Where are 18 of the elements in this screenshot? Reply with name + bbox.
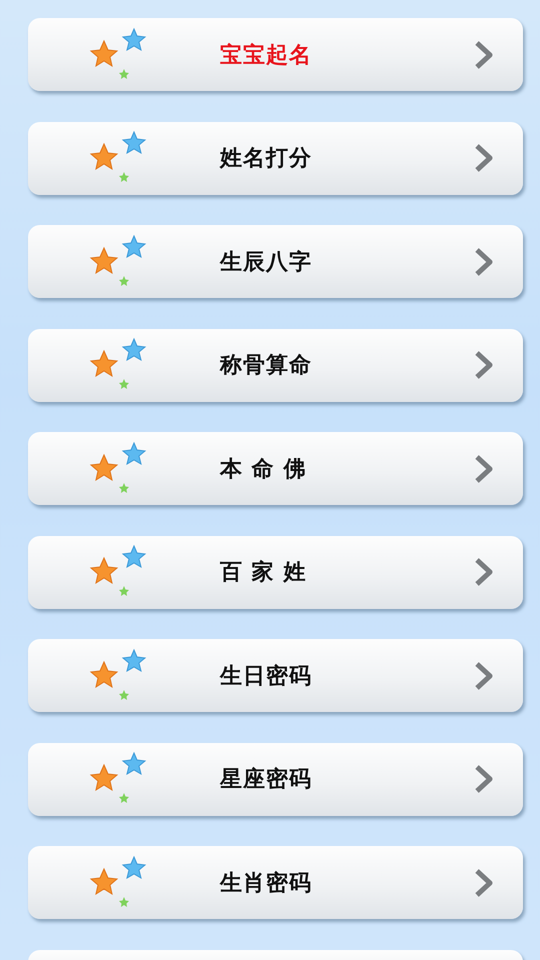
- chevron-icon: [473, 660, 495, 690]
- menu-item[interactable]: 本 命 佛: [28, 432, 523, 505]
- menu-item[interactable]: 姓名打分: [28, 122, 523, 194]
- menu-item[interactable]: 宝宝起名: [28, 18, 523, 91]
- chevron-icon: [473, 764, 495, 794]
- menu-item[interactable]: 生日密码: [28, 639, 523, 712]
- chevron-icon: [473, 40, 495, 70]
- menu-item[interactable]: 生肖密码: [28, 846, 523, 919]
- chevron-icon: [473, 454, 495, 484]
- menu-item[interactable]: 生辰八字: [28, 225, 523, 298]
- chevron-icon: [473, 246, 495, 276]
- menu-item[interactable]: 百 家 姓: [28, 536, 523, 608]
- menu-item[interactable]: 星座密码: [28, 742, 523, 816]
- chevron-icon: [473, 557, 495, 587]
- chevron-icon: [473, 143, 495, 173]
- chevron-icon: [473, 868, 495, 898]
- menu-item[interactable]: 称骨算命: [28, 328, 523, 402]
- chevron-icon: [473, 350, 495, 380]
